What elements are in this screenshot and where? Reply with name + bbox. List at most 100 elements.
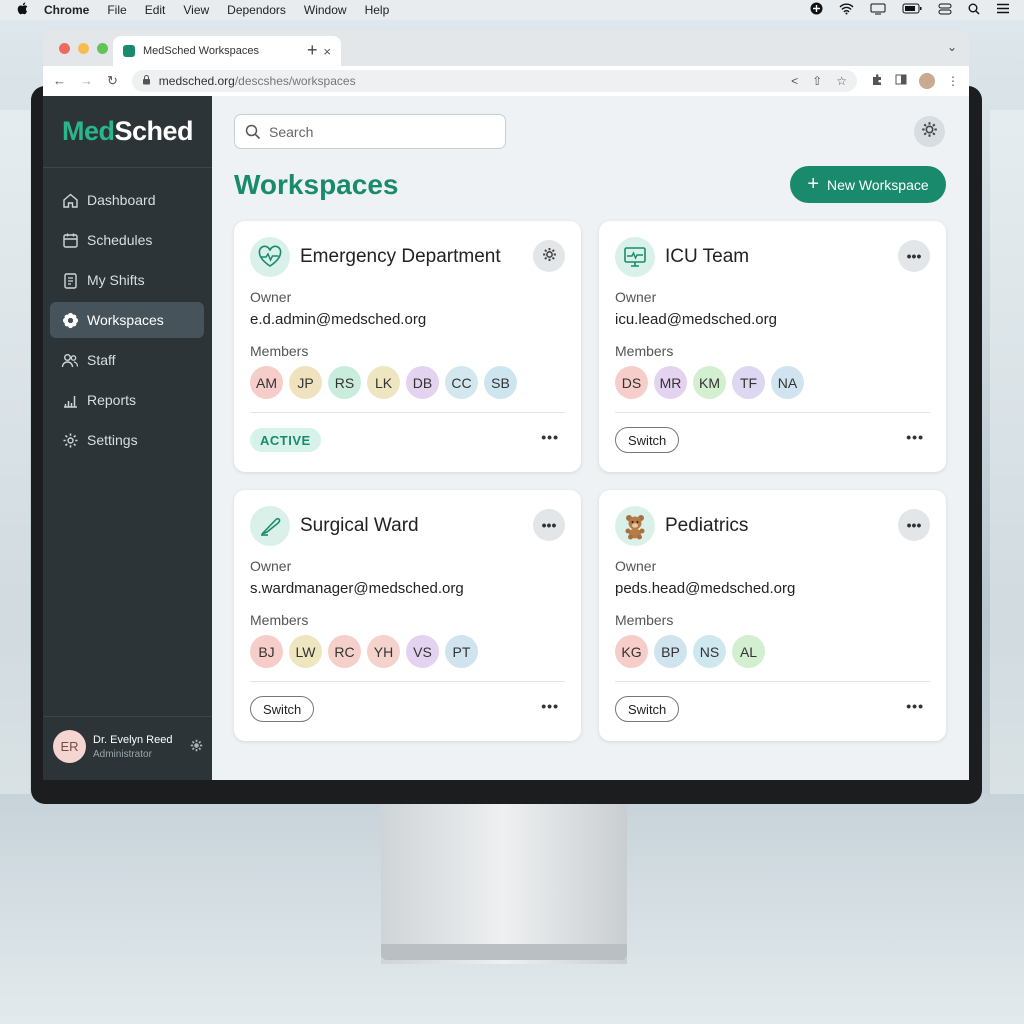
user-name: Dr. Evelyn Reed: [93, 733, 173, 746]
member-avatar[interactable]: YH: [367, 635, 400, 668]
switch-button[interactable]: Switch: [615, 696, 680, 722]
bookmark-star-icon[interactable]: ☆: [836, 74, 847, 88]
workspace-menu-button[interactable]: •••: [898, 509, 930, 541]
notification-list-icon[interactable]: [996, 3, 1010, 17]
menu-app-name[interactable]: Chrome: [44, 3, 89, 17]
extensions-puzzle-icon[interactable]: [871, 73, 883, 89]
menu-dependors[interactable]: Dependors: [227, 3, 286, 17]
member-avatar[interactable]: RC: [328, 635, 361, 668]
more-options-icon[interactable]: •••: [541, 698, 559, 714]
workspace-card-pediatrics[interactable]: Pediatrics ••• Owner peds.head@medsched.…: [599, 490, 946, 741]
status-circle-icon[interactable]: [810, 2, 823, 18]
switch-button[interactable]: Switch: [615, 427, 680, 453]
side-panel-icon[interactable]: [895, 74, 907, 88]
new-workspace-label: New Workspace: [827, 176, 929, 193]
sidebar-item-settings[interactable]: Settings: [50, 422, 204, 458]
spotlight-search-icon[interactable]: [968, 3, 980, 18]
user-profile[interactable]: ER Dr. Evelyn Reed Administrator: [53, 730, 203, 763]
member-avatar[interactable]: PT: [445, 635, 478, 668]
member-avatar[interactable]: NS: [693, 635, 726, 668]
forward-icon[interactable]: →: [80, 73, 93, 89]
sidebar-item-workspaces[interactable]: Workspaces: [50, 302, 204, 338]
sidebar-item-dashboard[interactable]: Dashboard: [50, 182, 204, 218]
owner-email: icu.lead@medsched.org: [615, 311, 777, 328]
sidebar-item-my-shifts[interactable]: My Shifts: [50, 262, 204, 298]
workspace-settings-button[interactable]: [533, 240, 565, 272]
sidebar-nav: Dashboard Schedules My Shifts Workspaces…: [50, 182, 204, 462]
menu-file[interactable]: File: [107, 3, 126, 17]
member-avatar[interactable]: AL: [732, 635, 765, 668]
maximize-window-button[interactable]: [97, 42, 108, 54]
member-avatar[interactable]: LK: [367, 366, 400, 399]
member-avatar[interactable]: TF: [732, 366, 765, 399]
settings-button[interactable]: [914, 116, 945, 147]
member-avatars: KG BP NS AL: [615, 635, 765, 668]
browser-toolbar: ← → ↻ medsched.org/descshes/workspaces <…: [43, 66, 969, 96]
member-avatar[interactable]: LW: [289, 635, 322, 668]
more-options-icon[interactable]: •••: [906, 698, 924, 714]
member-avatar[interactable]: BP: [654, 635, 687, 668]
monitor-stand-base: [381, 944, 627, 960]
member-avatar[interactable]: DS: [615, 366, 648, 399]
control-center-icon[interactable]: [938, 3, 952, 18]
switch-button[interactable]: Switch: [250, 696, 315, 722]
workspace-card-surgical[interactable]: Surgical Ward ••• Owner s.wardmanager@me…: [234, 490, 581, 741]
member-avatar[interactable]: KM: [693, 366, 726, 399]
wifi-icon[interactable]: [839, 3, 854, 18]
display-icon[interactable]: [870, 3, 886, 18]
new-workspace-button[interactable]: + New Workspace: [790, 166, 946, 203]
reload-icon[interactable]: ↻: [107, 73, 118, 89]
member-avatar[interactable]: CC: [445, 366, 478, 399]
member-avatar[interactable]: JP: [289, 366, 322, 399]
sidebar-item-schedules[interactable]: Schedules: [50, 222, 204, 258]
member-avatar[interactable]: VS: [406, 635, 439, 668]
gear-icon: [542, 247, 557, 265]
scalpel-icon: [250, 506, 290, 546]
browser-menu-icon[interactable]: ⋮: [947, 74, 959, 88]
user-settings-gear-icon[interactable]: [190, 739, 203, 755]
profile-avatar[interactable]: [919, 73, 935, 89]
menu-window[interactable]: Window: [304, 3, 347, 17]
workspace-menu-button[interactable]: •••: [898, 240, 930, 272]
background-window: [0, 110, 30, 810]
install-icon[interactable]: ⇧: [812, 74, 822, 88]
tab-close-icon[interactable]: ×: [323, 44, 331, 59]
sidebar-item-staff[interactable]: Staff: [50, 342, 204, 378]
workspace-card-emergency[interactable]: Emergency Department Owner e.d.admin@med…: [234, 221, 581, 472]
battery-icon[interactable]: [902, 3, 922, 17]
minimize-window-button[interactable]: [78, 42, 89, 54]
share-icon[interactable]: <: [791, 74, 798, 88]
tab-search-chevron-icon[interactable]: ⌄: [947, 40, 957, 54]
lock-icon[interactable]: [142, 74, 151, 88]
members-label: Members: [615, 612, 674, 628]
back-icon[interactable]: ←: [53, 73, 66, 89]
member-avatar[interactable]: MR: [654, 366, 687, 399]
close-window-button[interactable]: [59, 42, 70, 54]
menu-help[interactable]: Help: [365, 3, 390, 17]
menu-edit[interactable]: Edit: [145, 3, 166, 17]
apple-menu-icon[interactable]: [12, 2, 32, 18]
app-logo[interactable]: MedSched: [62, 116, 194, 147]
menu-view[interactable]: View: [183, 3, 209, 17]
address-bar[interactable]: medsched.org/descshes/workspaces < ⇧ ☆: [131, 70, 857, 92]
member-avatar[interactable]: SB: [484, 366, 517, 399]
logo-sched-text: Sched: [114, 116, 194, 146]
member-avatar[interactable]: KG: [615, 635, 648, 668]
sidebar-item-reports[interactable]: Reports: [50, 382, 204, 418]
more-options-icon[interactable]: •••: [541, 429, 559, 445]
owner-email: s.wardmanager@medsched.org: [250, 580, 464, 597]
tab-strip: MedSched Workspaces × + ⌄: [43, 30, 969, 66]
search-icon: [245, 124, 261, 140]
workspace-card-icu[interactable]: ICU Team ••• Owner icu.lead@medsched.org…: [599, 221, 946, 472]
member-avatar[interactable]: RS: [328, 366, 361, 399]
medsched-app: MedSched Dashboard Schedules My Shifts W…: [43, 96, 969, 780]
member-avatar[interactable]: NA: [771, 366, 804, 399]
sidebar-item-label: Schedules: [87, 232, 153, 248]
member-avatar[interactable]: AM: [250, 366, 283, 399]
more-options-icon[interactable]: •••: [906, 429, 924, 445]
member-avatar[interactable]: DB: [406, 366, 439, 399]
workspace-menu-button[interactable]: •••: [533, 509, 565, 541]
member-avatar[interactable]: BJ: [250, 635, 283, 668]
new-tab-icon[interactable]: +: [307, 40, 318, 61]
search-input[interactable]: Search: [234, 114, 506, 149]
